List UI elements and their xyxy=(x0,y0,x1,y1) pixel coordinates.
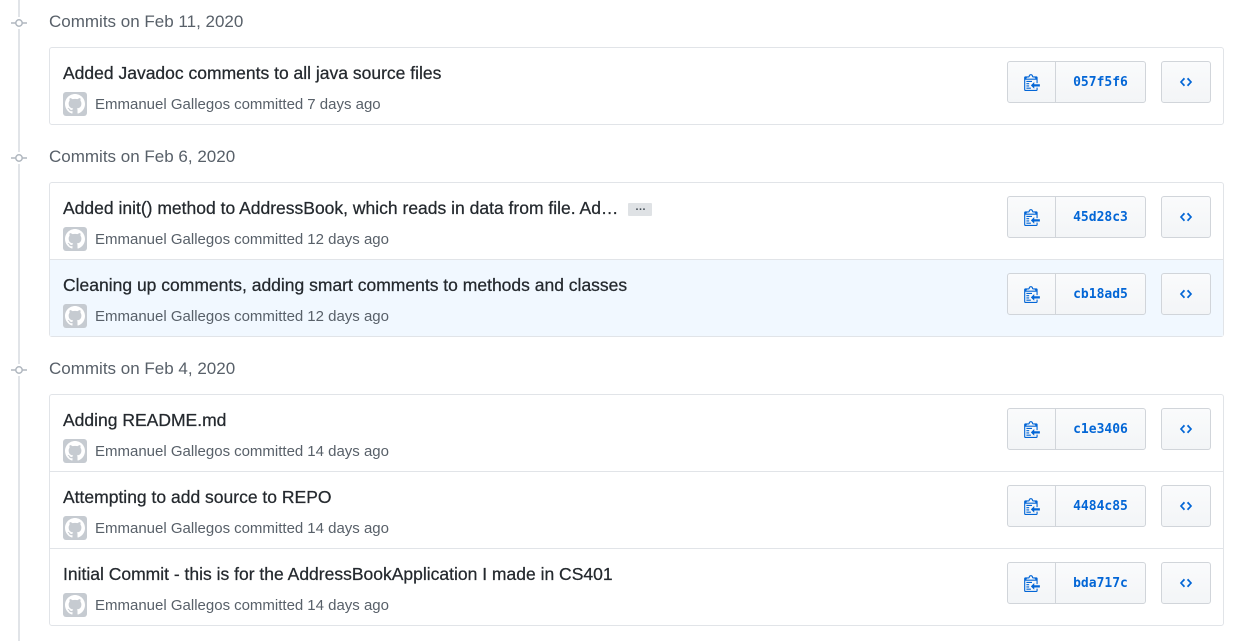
commit-list: Added Javadoc comments to all java sourc… xyxy=(49,47,1224,125)
commit-action: committed xyxy=(234,519,304,537)
clippy-icon xyxy=(1023,421,1040,438)
commit-message-link[interactable]: Initial Commit - this is for the Address… xyxy=(63,564,613,585)
github-avatar[interactable] xyxy=(63,593,87,617)
commit-group-header: Commits on Feb 4, 2020 xyxy=(0,347,1238,394)
commit-list: Adding README.md Emmanuel Gallegos commi… xyxy=(49,394,1224,626)
github-avatar[interactable] xyxy=(63,92,87,116)
commit-sha-link[interactable]: 057f5f6 xyxy=(1056,62,1145,102)
commit-time: 12 days ago xyxy=(307,230,389,248)
commit-message-link[interactable]: Adding README.md xyxy=(63,410,227,431)
code-icon xyxy=(1179,212,1193,222)
copy-sha-button[interactable] xyxy=(1008,62,1056,102)
code-icon xyxy=(1179,501,1193,511)
github-avatar[interactable] xyxy=(63,304,87,328)
commit-action: committed xyxy=(234,596,304,614)
copy-sha-button[interactable] xyxy=(1008,274,1056,314)
code-icon xyxy=(1179,289,1193,299)
commit-meta: Emmanuel Gallegos committed 14 days ago xyxy=(63,593,389,617)
commit-author[interactable]: Emmanuel Gallegos xyxy=(95,597,230,614)
code-icon xyxy=(1179,77,1193,87)
commit-sha-button-group: c1e3406 xyxy=(1007,408,1146,450)
commit-group-title: Commits on Feb 4, 2020 xyxy=(49,359,236,378)
commit-sha-button-group: 4484c85 xyxy=(1007,485,1146,527)
expand-message-button[interactable]: … xyxy=(628,201,653,216)
commit-meta: Emmanuel Gallegos committed 14 days ago xyxy=(63,516,389,540)
clippy-icon xyxy=(1023,74,1040,91)
commit-row: Added init() method to AddressBook, whic… xyxy=(50,183,1223,259)
commit-author[interactable]: Emmanuel Gallegos xyxy=(95,96,230,113)
git-commit-icon xyxy=(11,364,27,376)
github-avatar[interactable] xyxy=(63,439,87,463)
commit-group: Commits on Feb 6, 2020 Added init() meth… xyxy=(0,135,1238,337)
commit-sha-link[interactable]: c1e3406 xyxy=(1056,409,1145,449)
browse-repo-button[interactable] xyxy=(1161,273,1211,315)
commit-author[interactable]: Emmanuel Gallegos xyxy=(95,520,230,537)
commit-row: Attempting to add source to REPO Emmanue… xyxy=(50,471,1223,548)
commit-time: 14 days ago xyxy=(307,596,389,614)
code-icon xyxy=(1179,578,1193,588)
browse-repo-button[interactable] xyxy=(1161,485,1211,527)
commit-meta: Emmanuel Gallegos committed 14 days ago xyxy=(63,439,389,463)
commit-time: 12 days ago xyxy=(307,307,389,325)
github-avatar[interactable] xyxy=(63,516,87,540)
commit-group-header: Commits on Feb 6, 2020 xyxy=(0,135,1238,182)
commit-meta: Emmanuel Gallegos committed 12 days ago xyxy=(63,304,389,328)
commit-row: Adding README.md Emmanuel Gallegos commi… xyxy=(50,395,1223,471)
browse-repo-button[interactable] xyxy=(1161,61,1211,103)
commit-action: committed xyxy=(234,230,304,248)
commit-message-link[interactable]: Added init() method to AddressBook, whic… xyxy=(63,198,619,218)
commit-action: committed xyxy=(234,307,304,325)
git-commit-icon xyxy=(11,17,27,29)
commit-author[interactable]: Emmanuel Gallegos xyxy=(95,231,230,248)
commit-meta: Emmanuel Gallegos committed 7 days ago xyxy=(63,92,381,116)
commit-sha-link[interactable]: 4484c85 xyxy=(1056,486,1145,526)
commit-sha-link[interactable]: cb18ad5 xyxy=(1056,274,1145,314)
browse-repo-button[interactable] xyxy=(1161,196,1211,238)
commit-group: Commits on Feb 4, 2020 Adding README.md … xyxy=(0,347,1238,626)
commit-sha-button-group: 057f5f6 xyxy=(1007,61,1146,103)
commit-message: Added init() method to AddressBook, whic… xyxy=(63,198,653,219)
commit-sha-button-group: cb18ad5 xyxy=(1007,273,1146,315)
commit-row: Added Javadoc comments to all java sourc… xyxy=(50,48,1223,124)
commit-group: Commits on Feb 11, 2020 Added Javadoc co… xyxy=(0,0,1238,125)
commit-message-link[interactable]: Added Javadoc comments to all java sourc… xyxy=(63,63,442,84)
commit-sha-link[interactable]: 45d28c3 xyxy=(1056,197,1145,237)
copy-sha-button[interactable] xyxy=(1008,563,1056,603)
commit-time: 7 days ago xyxy=(307,95,381,113)
commit-action: committed xyxy=(234,95,304,113)
code-icon xyxy=(1179,424,1193,434)
git-commit-icon xyxy=(11,152,27,164)
clippy-icon xyxy=(1023,575,1040,592)
copy-sha-button[interactable] xyxy=(1008,486,1056,526)
commit-group-title: Commits on Feb 11, 2020 xyxy=(49,12,244,31)
commit-list: Added init() method to AddressBook, whic… xyxy=(49,182,1224,337)
commit-time: 14 days ago xyxy=(307,519,389,537)
commit-row: Cleaning up comments, adding smart comme… xyxy=(50,259,1223,336)
clippy-icon xyxy=(1023,286,1040,303)
commit-message-link[interactable]: Attempting to add source to REPO xyxy=(63,487,332,508)
clippy-icon xyxy=(1023,209,1040,226)
browse-repo-button[interactable] xyxy=(1161,408,1211,450)
github-avatar[interactable] xyxy=(63,227,87,251)
commit-time: 14 days ago xyxy=(307,442,389,460)
commit-row: Initial Commit - this is for the Address… xyxy=(50,548,1223,625)
commit-author[interactable]: Emmanuel Gallegos xyxy=(95,308,230,325)
commit-sha-button-group: 45d28c3 xyxy=(1007,196,1146,238)
copy-sha-button[interactable] xyxy=(1008,197,1056,237)
commit-group-header: Commits on Feb 11, 2020 xyxy=(0,0,1238,47)
commit-history: Commits on Feb 11, 2020 Added Javadoc co… xyxy=(0,0,1238,626)
commit-group-title: Commits on Feb 6, 2020 xyxy=(49,147,236,166)
copy-sha-button[interactable] xyxy=(1008,409,1056,449)
commit-sha-link[interactable]: bda717c xyxy=(1056,563,1145,603)
commit-author[interactable]: Emmanuel Gallegos xyxy=(95,443,230,460)
clippy-icon xyxy=(1023,498,1040,515)
commit-action: committed xyxy=(234,442,304,460)
commit-sha-button-group: bda717c xyxy=(1007,562,1146,604)
commit-meta: Emmanuel Gallegos committed 12 days ago xyxy=(63,227,389,251)
commit-message-link[interactable]: Cleaning up comments, adding smart comme… xyxy=(63,275,627,296)
browse-repo-button[interactable] xyxy=(1161,562,1211,604)
